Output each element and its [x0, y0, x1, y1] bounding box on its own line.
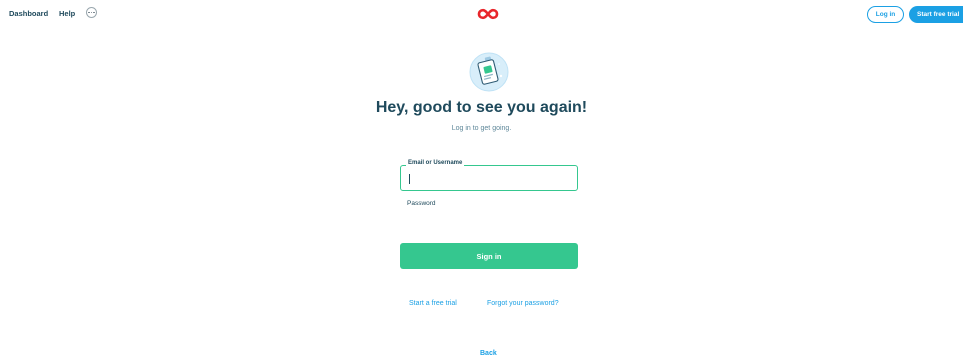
email-field-label: Email or Username [406, 160, 465, 166]
infinity-logo-icon[interactable] [477, 8, 499, 20]
header-login-button[interactable]: Log in [867, 6, 904, 23]
nav-dashboard-link[interactable]: Dashboard [9, 9, 48, 18]
more-horizontal-icon [88, 11, 95, 14]
more-options-button[interactable] [86, 7, 97, 18]
forgot-password-link[interactable]: Forgot your password? [487, 300, 559, 307]
top-navigation-bar: Dashboard Help Log in Start free trial [0, 0, 963, 30]
back-link[interactable]: Back [480, 350, 497, 357]
page-title: Hey, good to see you again! [375, 99, 588, 116]
login-page: Dashboard Help Log in Start free trial H… [0, 0, 963, 362]
nav-help-link[interactable]: Help [59, 9, 75, 18]
password-input[interactable] [400, 196, 582, 224]
start-free-trial-link[interactable]: Start a free trial [409, 300, 457, 307]
email-field[interactable]: Email or Username [400, 160, 578, 191]
id-badge-illustration-icon [469, 52, 509, 92]
sign-in-button[interactable]: Sign in [400, 243, 578, 269]
page-subtitle: Log in to get going. [451, 125, 512, 132]
header-start-trial-button[interactable]: Start free trial [909, 6, 963, 23]
email-input[interactable] [408, 172, 568, 184]
text-caret [409, 174, 410, 184]
